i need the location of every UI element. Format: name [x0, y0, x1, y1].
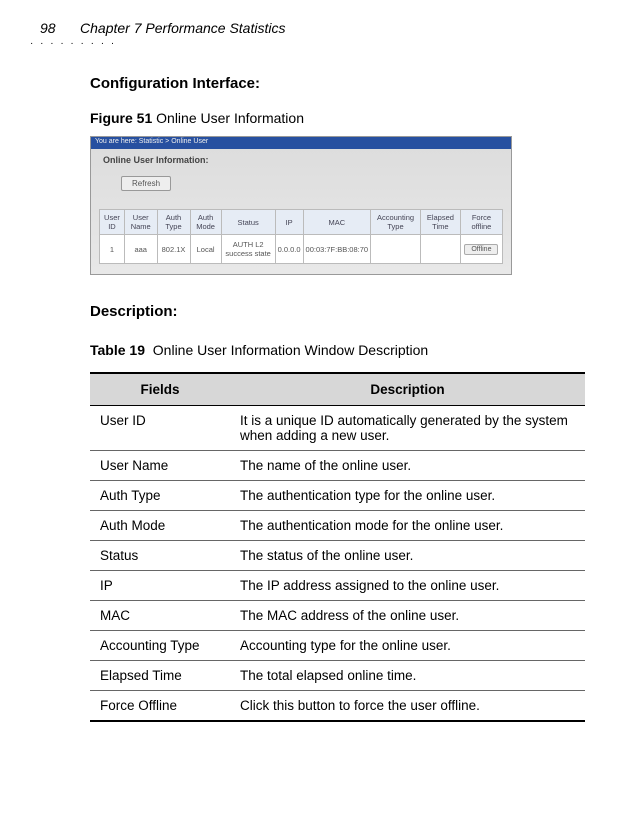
field-desc: The status of the online user. [230, 541, 585, 571]
cell-mac: 00:03:7F:BB:08:70 [303, 235, 371, 264]
table-row: Elapsed TimeThe total elapsed online tim… [90, 661, 585, 691]
figure-caption-text: Online User Information [156, 110, 304, 126]
screenshot-breadcrumb: You are here: Statistic > Online User [91, 137, 511, 149]
col-userid: User ID [100, 210, 125, 235]
col-elapsed: Elapsed Time [420, 210, 460, 235]
field-name: User Name [90, 451, 230, 481]
content-area: Configuration Interface: Figure 51 Onlin… [90, 75, 585, 722]
head-fields: Fields [90, 373, 230, 406]
field-desc: The MAC address of the online user. [230, 601, 585, 631]
table-row: User IDIt is a unique ID automatically g… [90, 406, 585, 451]
field-desc: It is a unique ID automatically generate… [230, 406, 585, 451]
col-mac: MAC [303, 210, 371, 235]
chapter-title: Chapter 7 Performance Statistics [80, 20, 285, 36]
col-username: User Name [124, 210, 157, 235]
field-name: Force Offline [90, 691, 230, 722]
cell-elapsed [420, 235, 460, 264]
field-desc: The total elapsed online time. [230, 661, 585, 691]
col-status: Status [221, 210, 275, 235]
figure-label: Figure 51 [90, 110, 152, 126]
field-desc: Accounting type for the online user. [230, 631, 585, 661]
cell-userid: 1 [100, 235, 125, 264]
col-force: Force offline [460, 210, 502, 235]
field-desc: The IP address assigned to the online us… [230, 571, 585, 601]
cell-status: AUTH L2 success state [221, 235, 275, 264]
field-desc: Click this button to force the user offl… [230, 691, 585, 722]
screenshot-header-row: User ID User Name Auth Type Auth Mode St… [100, 210, 503, 235]
table-row: Auth TypeThe authentication type for the… [90, 481, 585, 511]
table-label: Table 19 [90, 342, 145, 358]
field-name: Auth Type [90, 481, 230, 511]
screenshot-data-row: 1 aaa 802.1X Local AUTH L2 success state… [100, 235, 503, 264]
figure-caption: Figure 51 Online User Information [90, 110, 585, 126]
field-name: Elapsed Time [90, 661, 230, 691]
table-caption: Table 19 Online User Information Window … [90, 342, 585, 358]
screenshot-table: User ID User Name Auth Type Auth Mode St… [99, 209, 503, 264]
field-name: Auth Mode [90, 511, 230, 541]
header-decorative-dots: · · · · · · · · · [30, 38, 116, 49]
section-heading: Configuration Interface: [90, 75, 585, 92]
screenshot-title: Online User Information: [91, 149, 511, 173]
cell-force: Offline [460, 235, 502, 264]
desc-header-row: Fields Description [90, 373, 585, 406]
col-authmode: Auth Mode [190, 210, 221, 235]
table-row: User NameThe name of the online user. [90, 451, 585, 481]
table-row: IPThe IP address assigned to the online … [90, 571, 585, 601]
table-row: Force OfflineClick this button to force … [90, 691, 585, 722]
description-table: Fields Description User IDIt is a unique… [90, 372, 585, 722]
col-authtype: Auth Type [157, 210, 190, 235]
field-name: Status [90, 541, 230, 571]
table-row: Auth ModeThe authentication mode for the… [90, 511, 585, 541]
table-row: StatusThe status of the online user. [90, 541, 585, 571]
cell-authtype: 802.1X [157, 235, 190, 264]
field-desc: The authentication type for the online u… [230, 481, 585, 511]
table-row: Accounting TypeAccounting type for the o… [90, 631, 585, 661]
field-name: MAC [90, 601, 230, 631]
head-description: Description [230, 373, 585, 406]
cell-ip: 0.0.0.0 [275, 235, 303, 264]
field-name: IP [90, 571, 230, 601]
screenshot-panel: You are here: Statistic > Online User On… [90, 136, 512, 275]
cell-username: aaa [124, 235, 157, 264]
field-desc: The authentication mode for the online u… [230, 511, 585, 541]
description-heading: Description: [90, 303, 585, 320]
field-desc: The name of the online user. [230, 451, 585, 481]
field-name: Accounting Type [90, 631, 230, 661]
field-name: User ID [90, 406, 230, 451]
page-header: 98 Chapter 7 Performance Statistics · · … [40, 20, 585, 50]
page-number: 98 [40, 20, 56, 36]
table-row: MACThe MAC address of the online user. [90, 601, 585, 631]
col-ip: IP [275, 210, 303, 235]
page-root: 98 Chapter 7 Performance Statistics · · … [0, 0, 625, 762]
refresh-button[interactable]: Refresh [121, 176, 171, 191]
offline-button[interactable]: Offline [464, 244, 498, 255]
table-caption-text: Online User Information Window Descripti… [153, 342, 428, 358]
col-accttype: Accounting Type [371, 210, 421, 235]
cell-accttype [371, 235, 421, 264]
cell-authmode: Local [190, 235, 221, 264]
